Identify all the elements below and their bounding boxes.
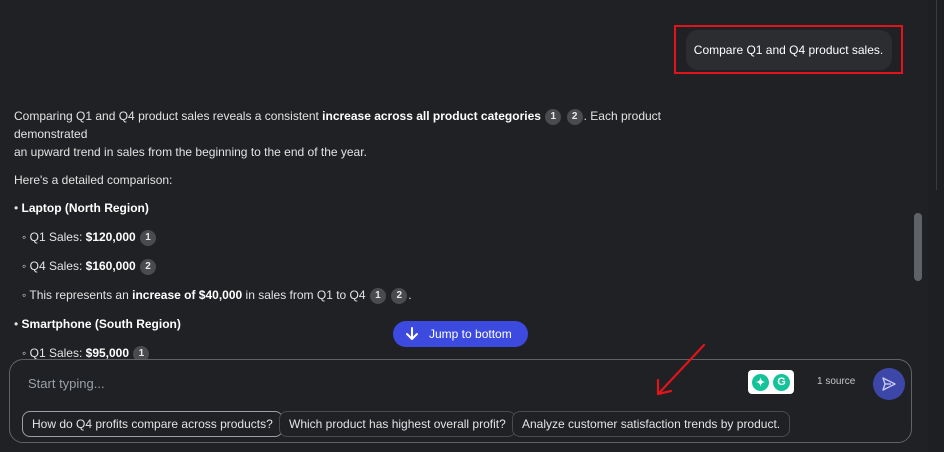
citation-badge[interactable]: 1: [545, 108, 562, 125]
sub-bullet-marker: ◦: [22, 259, 27, 273]
list-item: ◦ This represents an increase of $40,000…: [22, 286, 714, 304]
smartphone-heading: Smartphone (South Region): [21, 317, 181, 331]
user-message-highlight: Compare Q1 and Q4 product sales.: [674, 25, 903, 74]
list-item: ◦ Q4 Sales: $160,000 2: [22, 257, 714, 275]
suggestion-chip[interactable]: Analyze customer satisfaction trends by …: [512, 411, 791, 437]
detail-heading: Here's a detailed comparison:: [14, 173, 173, 187]
chat-composer: ✦ G 1 source How do Q4 profits compare a…: [9, 359, 912, 443]
list-item: ◦ Q1 Sales: $120,000 1: [22, 228, 714, 246]
increase-text: in sales from Q1 to Q4: [242, 288, 366, 302]
send-button[interactable]: [873, 368, 905, 400]
laptop-q1-label: Q1 Sales:: [29, 230, 86, 244]
grammarly-icon: ✦: [752, 373, 769, 391]
jump-to-bottom-button[interactable]: Jump to bottom: [393, 321, 528, 347]
laptop-q4-value: $160,000: [85, 259, 136, 273]
suggestion-chip[interactable]: How do Q4 profits compare across product…: [22, 411, 283, 437]
response-intro: Comparing Q1 and Q4 product sales reveal…: [14, 107, 714, 161]
user-message: Compare Q1 and Q4 product sales.: [685, 29, 892, 70]
increase-bold-text: increase of $40,000: [132, 288, 243, 302]
grammarly-g-icon: G: [773, 373, 790, 391]
source-count: 1 source: [817, 376, 856, 387]
laptop-heading: Laptop (North Region): [21, 201, 149, 215]
smartphone-q1-label: Q1 Sales:: [29, 346, 86, 360]
citation-badge[interactable]: 2: [566, 108, 583, 125]
assistant-response: Comparing Q1 and Q4 product sales reveal…: [14, 107, 714, 373]
panel-divider: [936, 0, 937, 190]
scrollbar-thumb[interactable]: [914, 213, 922, 281]
period: .: [408, 288, 412, 302]
jump-to-bottom-label: Jump to bottom: [429, 327, 512, 341]
intro-bold-text: increase across all product categories: [322, 109, 541, 123]
list-item: • Laptop (North Region): [14, 199, 714, 217]
bullet-marker: •: [14, 317, 19, 331]
arrow-down-icon: [406, 327, 418, 340]
grammarly-extension[interactable]: ✦ G: [748, 370, 794, 394]
intro-text-line2: an upward trend in sales from the beginn…: [14, 145, 367, 159]
right-edge-panel: [928, 0, 944, 452]
citation-badge[interactable]: 1: [369, 287, 386, 304]
chat-input[interactable]: [28, 374, 628, 392]
bullet-marker: •: [14, 201, 19, 215]
increase-text: This represents an: [29, 288, 133, 302]
citation-badge[interactable]: 2: [391, 287, 408, 304]
annotation-arrow-icon: [656, 343, 706, 396]
citation-badge[interactable]: 1: [140, 229, 157, 246]
sub-bullet-marker: ◦: [22, 288, 27, 302]
sub-bullet-marker: ◦: [22, 346, 27, 360]
laptop-q1-value: $120,000: [85, 230, 136, 244]
citation-badge[interactable]: 2: [140, 258, 157, 275]
send-icon: [882, 377, 896, 391]
suggestion-chip[interactable]: Which product has highest overall profit…: [279, 411, 516, 437]
intro-text: Comparing Q1 and Q4 product sales reveal…: [14, 109, 323, 123]
smartphone-q1-value: $95,000: [85, 346, 130, 360]
laptop-q4-label: Q4 Sales:: [29, 259, 86, 273]
sub-bullet-marker: ◦: [22, 230, 27, 244]
list-item: • Smartphone (South Region): [14, 315, 714, 333]
